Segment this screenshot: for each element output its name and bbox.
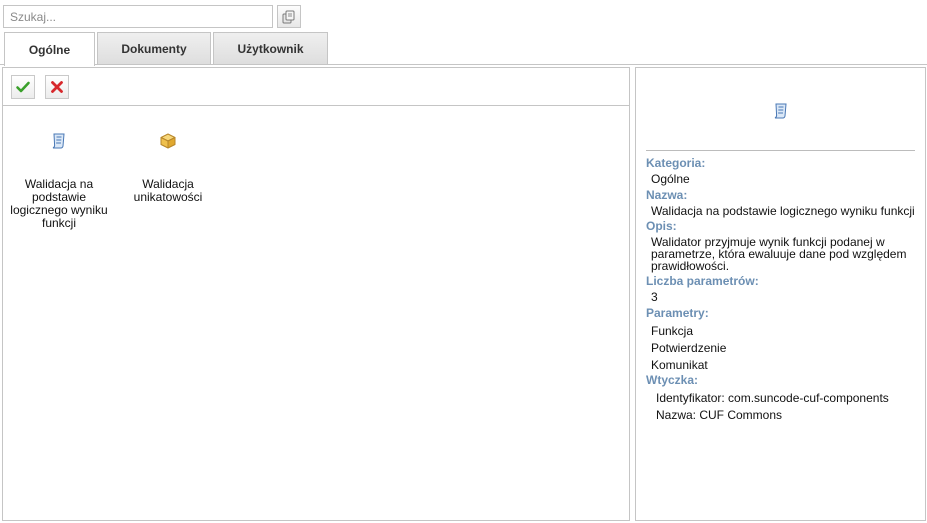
category-value: Ogólne <box>651 172 690 186</box>
param-count-label: Liczba parametrów: <box>646 274 759 288</box>
plugin-id: Identyfikator: com.suncode-cuf-component… <box>656 391 889 405</box>
description-value: Walidator przyjmuje wynik funkcji podane… <box>651 235 907 273</box>
reject-button[interactable] <box>45 75 69 99</box>
tab-documents[interactable]: Dokumenty <box>97 32 211 64</box>
accept-button[interactable] <box>11 75 35 99</box>
search-button[interactable] <box>277 5 301 28</box>
plugin-label: Wtyczka: <box>646 373 699 387</box>
category-label: Kategoria: <box>646 156 706 170</box>
param-item: Funkcja <box>651 324 694 338</box>
tab-general[interactable]: Ogólne <box>4 32 95 66</box>
name-label: Nazwa: <box>646 188 688 202</box>
items-panel: Walidacja na podstawie logicznego wyniku… <box>2 67 630 521</box>
details-list: Kategoria: Ogólne Nazwa: Walidacja na po… <box>646 154 918 422</box>
description-label: Opis: <box>646 219 677 233</box>
details-panel: Kategoria: Ogólne Nazwa: Walidacja na po… <box>635 67 926 521</box>
param-item: Komunikat <box>651 358 708 372</box>
list-item-label: Walidacja unikatowości <box>133 177 203 204</box>
search-input[interactable] <box>3 5 273 28</box>
check-icon <box>16 81 30 93</box>
params-label: Parametry: <box>646 306 709 320</box>
list-item[interactable]: Walidacja unikatowości <box>118 132 218 204</box>
name-value: Walidacja na podstawie logicznego wyniku… <box>651 204 915 218</box>
param-count-value: 3 <box>651 290 658 304</box>
script-icon <box>774 103 787 119</box>
plugin-name: Nazwa: CUF Commons <box>656 408 783 422</box>
param-item: Potwierdzenie <box>651 341 727 355</box>
x-icon <box>51 81 63 93</box>
package-icon <box>160 133 176 149</box>
tab-bar: Ogólne Dokumenty Użytkownik <box>0 32 927 66</box>
search-options-icon <box>282 10 295 23</box>
toolbar <box>3 68 629 106</box>
divider <box>646 150 915 151</box>
tab-user[interactable]: Użytkownik <box>213 32 328 64</box>
script-icon <box>52 133 65 149</box>
list-item[interactable]: Walidacja na podstawie logicznego wyniku… <box>9 132 109 230</box>
list-item-label: Walidacja na podstawie logicznego wyniku… <box>10 177 108 230</box>
